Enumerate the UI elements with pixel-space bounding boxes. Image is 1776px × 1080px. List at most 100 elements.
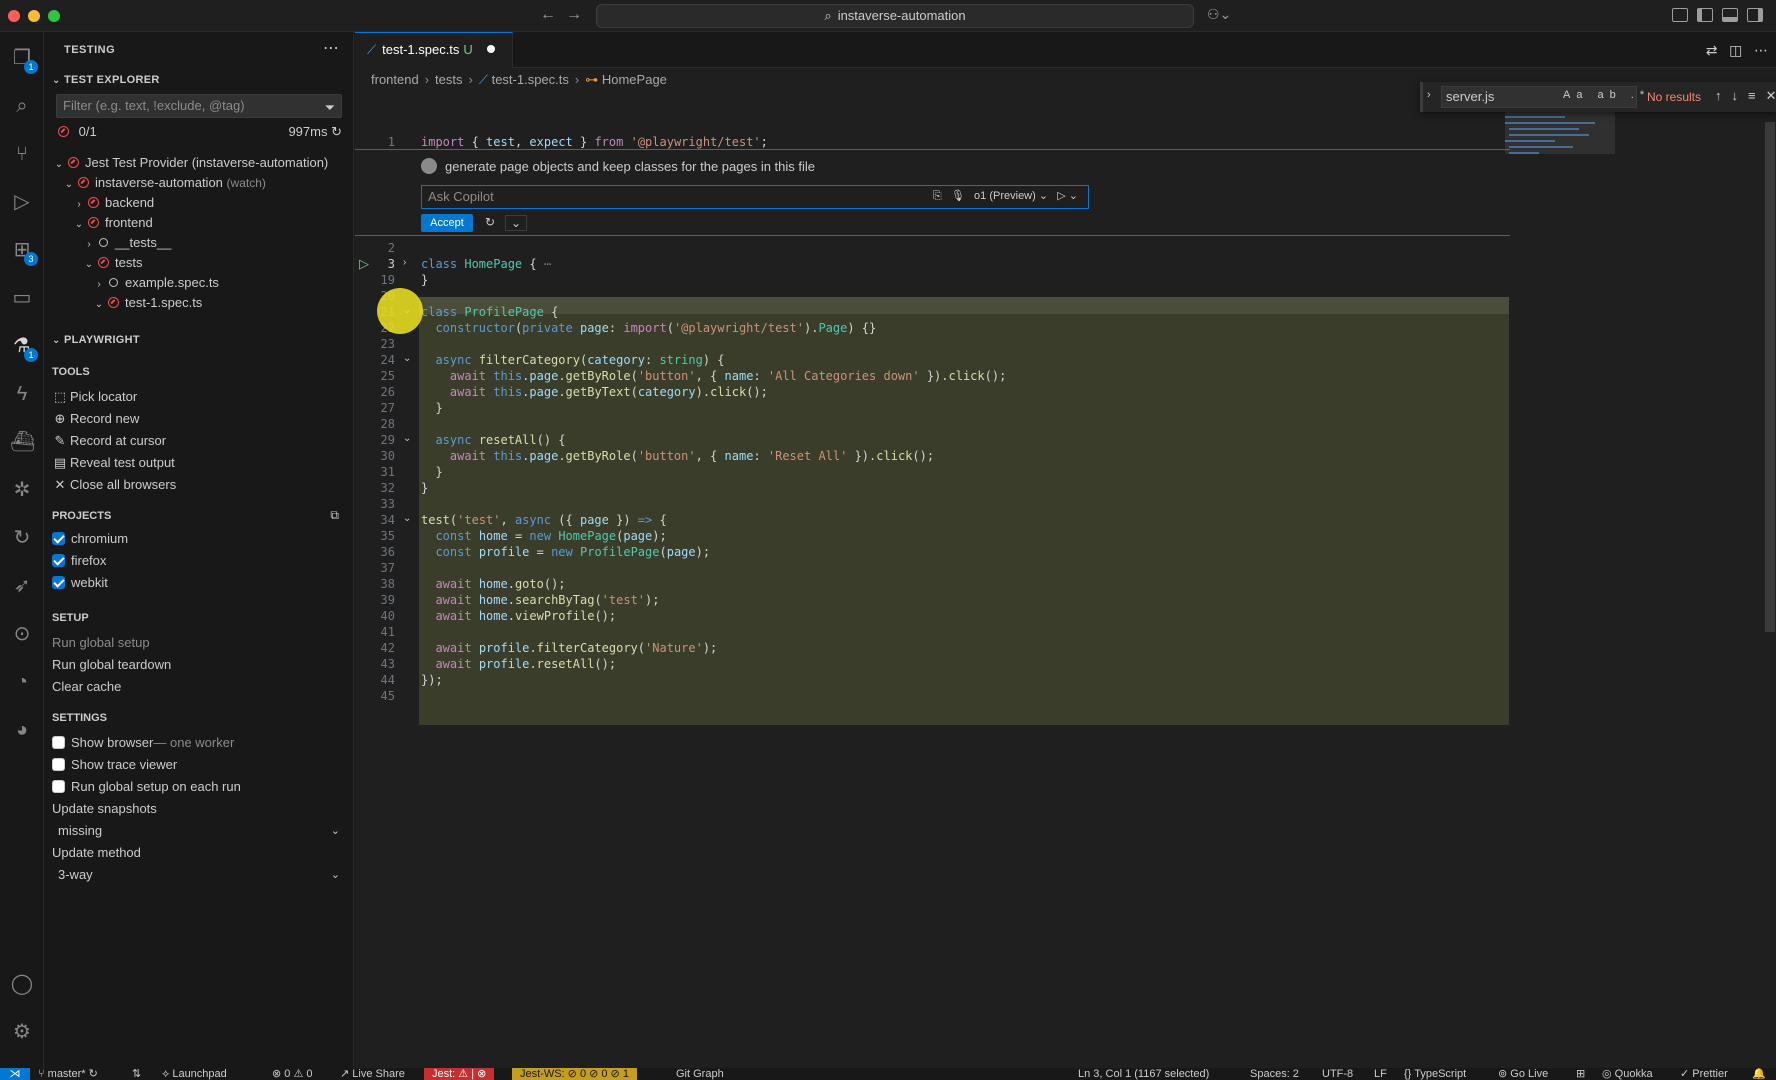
tree-item-tests[interactable]: ⌄ tests (82, 252, 143, 274)
code-area[interactable]: 1 import { test, expect } from '@playwri… (355, 112, 1776, 1068)
language-mode[interactable]: {} TypeScript (1404, 1068, 1466, 1080)
gear-icon[interactable]: ⚙ (10, 1020, 34, 1044)
palette-icon[interactable]: ◕ (10, 718, 34, 742)
testing-flask-icon[interactable]: ⚗ 1 (10, 334, 38, 362)
tree-item-backend[interactable]: › backend (72, 192, 154, 214)
update-snapshots-select[interactable]: missing ⌄ (58, 820, 354, 842)
breadcrumb-symbol[interactable]: HomePage (602, 72, 667, 87)
unsaved-dot-icon[interactable] (486, 45, 495, 53)
indentation[interactable]: Spaces: 2 (1250, 1068, 1299, 1080)
notifications-icon[interactable]: 🔔 (1752, 1068, 1766, 1080)
chevron-down-icon[interactable]: ⌄ (403, 513, 411, 524)
find-in-selection-icon[interactable]: ≡ (1748, 88, 1766, 103)
layout-icon[interactable]: ⊞ (1576, 1068, 1585, 1080)
chevron-down-icon[interactable]: ⌄ (403, 433, 411, 444)
chromium-checkbox[interactable] (52, 532, 65, 545)
search-icon[interactable]: ⌕ (10, 94, 34, 118)
next-match-icon[interactable]: ↓ (1732, 88, 1749, 103)
launchpad-button[interactable]: ⟡ Launchpad (162, 1068, 227, 1080)
command-center-search[interactable]: ⌕ instaverse-automation (596, 4, 1194, 28)
tree-item-tests-dir[interactable]: › __tests__ (82, 232, 171, 254)
playwright-section[interactable]: ⌄ PLAYWRIGHT (52, 334, 140, 346)
ask-copilot-input[interactable]: Ask Copilot ⎘ 🎙 o1 (Preview) ⌄ ▷ ⌄ (421, 185, 1089, 209)
minimize-window-button[interactable] (28, 10, 40, 22)
breadcrumb-tests[interactable]: tests (435, 72, 462, 87)
update-method-select[interactable]: 3-way ⌄ (58, 864, 354, 886)
project-chromium[interactable]: chromium (52, 528, 128, 550)
minimap-slider[interactable] (1505, 112, 1615, 154)
more-actions-icon[interactable]: ⋯ (323, 38, 339, 58)
project-firefox[interactable]: firefox (52, 550, 106, 572)
toggle-sidebar-icon[interactable] (1697, 8, 1713, 22)
rocket-icon[interactable]: ➶ (10, 574, 34, 598)
run-global-setup-button[interactable]: Run global setup (52, 632, 150, 654)
rerun-icon[interactable]: ↻ (331, 124, 342, 139)
quokka-button[interactable]: ◎ Quokka (1602, 1068, 1653, 1080)
remote-indicator-icon[interactable]: ⋊ (0, 1068, 30, 1080)
chevron-right-icon[interactable]: › (403, 257, 406, 268)
model-picker[interactable]: o1 (Preview) (974, 190, 1036, 202)
openai-icon[interactable]: ✲ (10, 478, 34, 502)
close-icon[interactable]: ✕ (1766, 88, 1776, 103)
cursor-position[interactable]: Ln 3, Col 1 (1167 selected) (1078, 1068, 1209, 1080)
lightning-icon[interactable]: ϟ (10, 382, 34, 406)
reveal-test-output-button[interactable]: ▤ Reveal test output (52, 452, 175, 474)
close-window-button[interactable] (8, 10, 20, 22)
compare-changes-icon[interactable]: ⇄ (1706, 42, 1718, 58)
breadcrumb-frontend[interactable]: frontend (371, 72, 419, 87)
tab-test-1-spec[interactable]: ⟋ test-1.spec.ts U (355, 32, 513, 68)
tree-item-workspace[interactable]: ⌄ instaverse-automation (watch) (62, 172, 266, 194)
git-graph-icon[interactable]: ⊙ (10, 622, 34, 646)
previous-match-icon[interactable]: ↑ (1715, 88, 1732, 103)
breadcrumb-file[interactable]: test-1.spec.ts (492, 72, 569, 87)
accept-button[interactable]: Accept (421, 214, 473, 232)
regenerate-icon[interactable]: ↻ (485, 215, 495, 229)
show-trace-viewer-setting[interactable]: Show trace viewer (52, 754, 177, 776)
run-global-setup-checkbox[interactable] (52, 780, 65, 793)
live-share-icon[interactable]: ↻ (10, 526, 34, 550)
pick-locator-button[interactable]: ⬚ Pick locator (52, 386, 137, 408)
show-trace-viewer-checkbox[interactable] (52, 758, 65, 771)
project-webkit[interactable]: webkit (52, 572, 108, 594)
vertical-scrollbar[interactable] (1765, 122, 1775, 632)
live-share-button[interactable]: ↗ Live Share (340, 1068, 405, 1080)
close-all-browsers-button[interactable]: ✕ Close all browsers (52, 474, 177, 496)
toggle-secondary-sidebar-icon[interactable] (1747, 8, 1763, 22)
test-filter-input[interactable]: Filter (e.g. text, !exclude, @tag) ⏷ (56, 94, 342, 118)
run-debug-icon[interactable]: ▷ (10, 190, 34, 214)
chevron-right-icon[interactable]: › (1427, 89, 1431, 101)
tree-item-frontend[interactable]: ⌄ frontend (72, 212, 153, 234)
tree-item-test-1-spec[interactable]: ⌄ test-1.spec.ts (92, 292, 203, 314)
microphone-icon[interactable]: 🎙 (951, 190, 965, 202)
run-global-teardown-button[interactable]: Run global teardown (52, 654, 171, 676)
record-at-cursor-button[interactable]: ✎ Record at cursor (52, 430, 167, 452)
go-live-button[interactable]: ⊚ Go Live (1498, 1068, 1548, 1080)
docker-icon[interactable]: ⛴ (10, 430, 35, 454)
record-new-button[interactable]: ⊕ Record new (52, 408, 140, 430)
tree-item-example-spec[interactable]: › example.spec.ts (92, 272, 219, 294)
remote-explorer-icon[interactable]: ▭ (10, 286, 34, 310)
maximize-window-button[interactable] (48, 10, 60, 22)
test-explorer-section[interactable]: ⌄ TEST EXPLORER (52, 74, 160, 86)
split-editor-icon[interactable]: ◫ (1729, 42, 1742, 58)
timeline-icon[interactable]: ◔ (10, 670, 34, 694)
account-icon[interactable]: ◯ (10, 972, 34, 996)
extensions-icon[interactable]: ⊞ 3 (10, 238, 38, 266)
tree-item-jest-provider[interactable]: ⌄ Jest Test Provider (instaverse-automati… (52, 152, 328, 174)
customize-layout-icon[interactable] (1672, 8, 1688, 22)
show-browser-setting[interactable]: Show browser— one worker (52, 732, 234, 754)
find-options-icons[interactable]: Aa ab .* (1563, 89, 1650, 101)
clear-cache-button[interactable]: Clear cache (52, 676, 121, 698)
collapse-icon[interactable]: ⧉ (330, 508, 339, 523)
firefox-checkbox[interactable] (52, 554, 65, 567)
encoding[interactable]: UTF-8 (1322, 1068, 1353, 1080)
problems-indicator[interactable]: ⊗ 0 ⚠ 0 (272, 1068, 312, 1080)
chevron-down-icon[interactable]: ⌄ (403, 353, 411, 364)
git-graph-button[interactable]: Git Graph (676, 1068, 724, 1080)
more-actions-icon[interactable]: ⋯ (1754, 42, 1768, 58)
jest-ws-status[interactable]: Jest-WS: ⊘ 0 ⊘ 0 ⊘ 1 (512, 1068, 637, 1080)
send-icon[interactable]: ▷ (1057, 190, 1065, 202)
copilot-icon[interactable]: ⚇⌄ (1207, 6, 1231, 23)
attach-icon[interactable]: ⎘ (933, 190, 942, 202)
branch-indicator[interactable]: ⑂ master* ↻ (38, 1068, 98, 1080)
